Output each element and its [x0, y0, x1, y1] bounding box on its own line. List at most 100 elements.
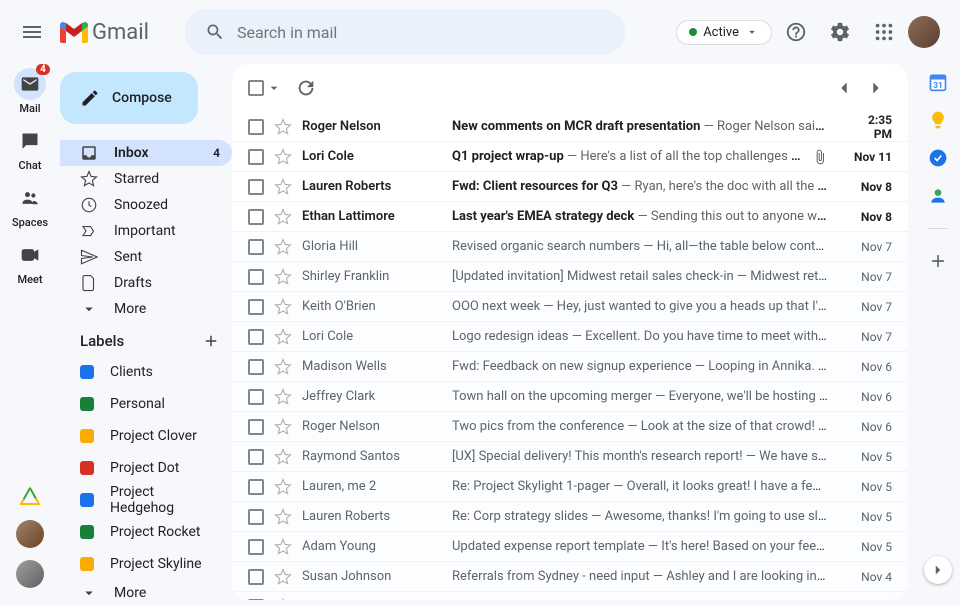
nav-inbox[interactable]: Inbox 4	[60, 140, 232, 166]
email-row[interactable]: Shirley Franklin [Updated invitation] Mi…	[232, 262, 908, 292]
email-from: Lauren Roberts	[302, 509, 442, 524]
email-row[interactable]: Roger Nelson New comments on MCR draft p…	[232, 112, 908, 142]
labels-more[interactable]: More	[60, 580, 232, 606]
email-checkbox[interactable]	[248, 569, 264, 585]
email-content: New comments on MCR draft presentation —…	[452, 119, 828, 134]
refresh-button[interactable]	[290, 72, 322, 104]
email-row[interactable]: Lauren Roberts Re: Corp strategy slides …	[232, 502, 908, 532]
label-item[interactable]: Personal	[60, 388, 232, 420]
email-checkbox[interactable]	[248, 239, 264, 255]
email-checkbox[interactable]	[248, 149, 264, 165]
star-icon[interactable]	[274, 358, 292, 376]
contacts-icon[interactable]	[928, 186, 948, 206]
add-label-button[interactable]	[202, 332, 220, 350]
star-icon[interactable]	[274, 238, 292, 256]
email-row[interactable]: Gloria Hill Revised organic search numbe…	[232, 232, 908, 262]
search-bar[interactable]	[185, 9, 625, 55]
label-item[interactable]: Project Dot	[60, 452, 232, 484]
star-icon[interactable]	[274, 448, 292, 466]
email-checkbox[interactable]	[248, 479, 264, 495]
toolbar	[232, 64, 908, 112]
main-menu-button[interactable]	[8, 8, 56, 56]
status-button[interactable]: Active	[676, 20, 772, 45]
label-item[interactable]: Project Clover	[60, 420, 232, 452]
email-checkbox[interactable]	[248, 539, 264, 555]
gmail-logo[interactable]: Gmail	[60, 20, 173, 45]
email-checkbox[interactable]	[248, 299, 264, 315]
compose-button[interactable]: Compose	[60, 72, 198, 124]
star-icon[interactable]	[274, 118, 292, 136]
star-icon[interactable]	[274, 298, 292, 316]
email-row[interactable]: Lauren, me 2 Re: Project Skylight 1-page…	[232, 472, 908, 502]
chevron-down-icon[interactable]	[266, 80, 282, 96]
email-row[interactable]: Raymond Santos [UX] Special delivery! Th…	[232, 442, 908, 472]
apps-button[interactable]	[864, 12, 904, 52]
email-checkbox[interactable]	[248, 119, 264, 135]
email-row[interactable]: Keith O'Brien Direct feedback from anoth…	[232, 592, 908, 600]
email-row[interactable]: Ethan Lattimore Last year's EMEA strateg…	[232, 202, 908, 232]
nav-sent[interactable]: Sent	[60, 244, 232, 270]
email-row[interactable]: Susan Johnson Referrals from Sydney - ne…	[232, 562, 908, 592]
star-icon[interactable]	[274, 268, 292, 286]
nav-important[interactable]: Important	[60, 218, 232, 244]
label-item[interactable]: Project Rocket	[60, 516, 232, 548]
rail-spaces-label: Spaces	[12, 216, 48, 229]
nav-drafts[interactable]: Drafts	[60, 270, 232, 296]
email-row[interactable]: Adam Young Updated expense report templa…	[232, 532, 908, 562]
email-row[interactable]: Madison Wells Fwd: Feedback on new signu…	[232, 352, 908, 382]
select-all[interactable]	[248, 80, 282, 96]
tasks-icon[interactable]	[928, 148, 948, 168]
calendar-icon[interactable]: 31	[928, 72, 948, 92]
rail-spaces[interactable]: Spaces	[2, 178, 58, 233]
next-page-button[interactable]	[860, 72, 892, 104]
email-checkbox[interactable]	[248, 329, 264, 345]
email-checkbox[interactable]	[248, 389, 264, 405]
email-row[interactable]: Roger Nelson Two pics from the conferenc…	[232, 412, 908, 442]
chat-avatar-1[interactable]	[16, 520, 44, 548]
star-icon[interactable]	[274, 328, 292, 346]
email-checkbox[interactable]	[248, 359, 264, 375]
status-triangle-icon[interactable]	[19, 486, 41, 508]
nav-starred[interactable]: Starred	[60, 166, 232, 192]
email-row[interactable]: Jeffrey Clark Town hall on the upcoming …	[232, 382, 908, 412]
star-icon[interactable]	[274, 568, 292, 586]
keep-icon[interactable]	[928, 110, 948, 130]
email-date: Nov 8	[850, 180, 892, 194]
rail-chat[interactable]: Chat	[2, 121, 58, 176]
email-checkbox[interactable]	[248, 209, 264, 225]
compose-label: Compose	[112, 90, 172, 106]
rail-mail[interactable]: 4 Mail	[2, 64, 58, 119]
star-icon[interactable]	[274, 388, 292, 406]
email-row[interactable]: Keith O'Brien OOO next week — Hey, just …	[232, 292, 908, 322]
star-icon[interactable]	[274, 208, 292, 226]
email-checkbox[interactable]	[248, 449, 264, 465]
addons-button[interactable]	[928, 251, 948, 271]
account-avatar[interactable]	[908, 16, 940, 48]
email-checkbox[interactable]	[248, 509, 264, 525]
email-row[interactable]: Lori Cole Logo redesign ideas — Excellen…	[232, 322, 908, 352]
email-row[interactable]: Lauren Roberts Fwd: Client resources for…	[232, 172, 908, 202]
support-button[interactable]	[776, 12, 816, 52]
prev-page-button[interactable]	[828, 72, 860, 104]
star-icon[interactable]	[274, 508, 292, 526]
email-checkbox[interactable]	[248, 179, 264, 195]
search-input[interactable]	[237, 23, 585, 42]
expand-side-panel-button[interactable]	[924, 556, 952, 584]
star-icon[interactable]	[274, 538, 292, 556]
email-checkbox[interactable]	[248, 269, 264, 285]
nav-snoozed[interactable]: Snoozed	[60, 192, 232, 218]
star-icon[interactable]	[274, 418, 292, 436]
search-options-button[interactable]	[585, 20, 609, 44]
email-row[interactable]: Lori Cole Q1 project wrap-up — Here's a …	[232, 142, 908, 172]
email-checkbox[interactable]	[248, 419, 264, 435]
label-item[interactable]: Project Skyline	[60, 548, 232, 580]
chat-avatar-2[interactable]	[16, 560, 44, 588]
settings-button[interactable]	[820, 12, 860, 52]
star-icon[interactable]	[274, 478, 292, 496]
nav-more[interactable]: More	[60, 296, 232, 322]
rail-meet[interactable]: Meet	[2, 235, 58, 290]
label-item[interactable]: Project Hedgehog	[60, 484, 232, 516]
star-icon[interactable]	[274, 148, 292, 166]
star-icon[interactable]	[274, 178, 292, 196]
label-item[interactable]: Clients	[60, 356, 232, 388]
